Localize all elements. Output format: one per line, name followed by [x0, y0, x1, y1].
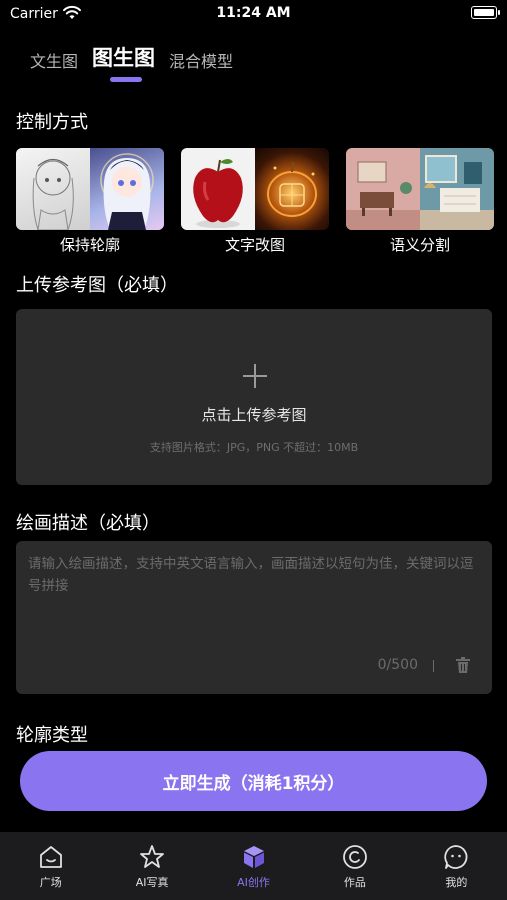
- mode-text-edit[interactable]: 文字改图: [181, 148, 329, 255]
- upload-label: 点击上传参考图: [201, 406, 307, 424]
- nav-item-square[interactable]: 广场: [0, 832, 101, 900]
- mode-keep-contour[interactable]: 保持轮廓: [16, 148, 164, 255]
- nav-item-ai-portrait[interactable]: AI写真: [101, 832, 202, 900]
- control-mode-list: 保持轮廓 文字改图 语义分割: [16, 148, 494, 255]
- nav-label: 广场: [39, 876, 62, 889]
- nav-label: 作品: [343, 876, 366, 889]
- mode-label: 保持轮廓: [59, 236, 120, 254]
- generate-button[interactable]: 立即生成（消耗1积分）: [20, 751, 487, 811]
- tab-image-to-image[interactable]: 图生图: [92, 42, 155, 72]
- char-counter: 0/500: [377, 657, 418, 673]
- clock: 11:24 AM: [216, 5, 291, 21]
- battery-icon: [471, 6, 500, 19]
- mode-label: 语义分割: [389, 236, 450, 254]
- nav-item-mine[interactable]: 我的: [406, 832, 507, 900]
- nav-label: 我的: [445, 876, 468, 889]
- home-icon: [39, 846, 62, 868]
- contour-section-title: 轮廓类型: [16, 725, 88, 746]
- tab-text-to-image[interactable]: 文生图: [30, 48, 78, 72]
- plus-icon: [243, 364, 267, 388]
- tab-mixed-model[interactable]: 混合模型: [169, 48, 233, 72]
- nav-label: AI创作: [237, 876, 270, 889]
- star-icon: [140, 845, 165, 868]
- upload-format-hint: 支持图片格式：JPG，PNG 不超过：10MB: [149, 441, 359, 454]
- nav-label: AI写真: [135, 876, 169, 889]
- chat-face-icon: [444, 845, 468, 869]
- active-tab-indicator: [110, 77, 142, 82]
- status-bar: Carrier 11:24 AM: [0, 0, 507, 28]
- mode-label: 文字改图: [224, 236, 285, 254]
- upload-section-title: 上传参考图（必填）: [16, 275, 178, 296]
- anime-girl-sketch-thumbnail: [16, 148, 164, 230]
- upload-reference-image-button[interactable]: 点击上传参考图 支持图片格式：JPG，PNG 不超过：10MB: [16, 309, 492, 485]
- trash-icon[interactable]: [456, 657, 470, 673]
- nav-item-ai-creation[interactable]: AI创作: [203, 832, 304, 900]
- divider: [433, 660, 434, 672]
- mode-tabs: 文生图 图生图 混合模型: [30, 42, 233, 72]
- apple-thumbnail: [181, 148, 329, 230]
- bottom-nav: 广场 AI写真 AI创作 作品 我的: [0, 832, 507, 900]
- cube-icon: [243, 846, 264, 868]
- room-interior-thumbnail: [346, 148, 494, 230]
- description-section-title: 绘画描述（必填）: [16, 513, 160, 534]
- control-section-title: 控制方式: [16, 112, 88, 133]
- description-panel: 0/500: [16, 541, 492, 694]
- creation-icon: [343, 845, 367, 869]
- mode-semantic-segmentation[interactable]: 语义分割: [346, 148, 494, 255]
- description-input[interactable]: [28, 553, 483, 653]
- nav-item-works[interactable]: 作品: [304, 832, 405, 900]
